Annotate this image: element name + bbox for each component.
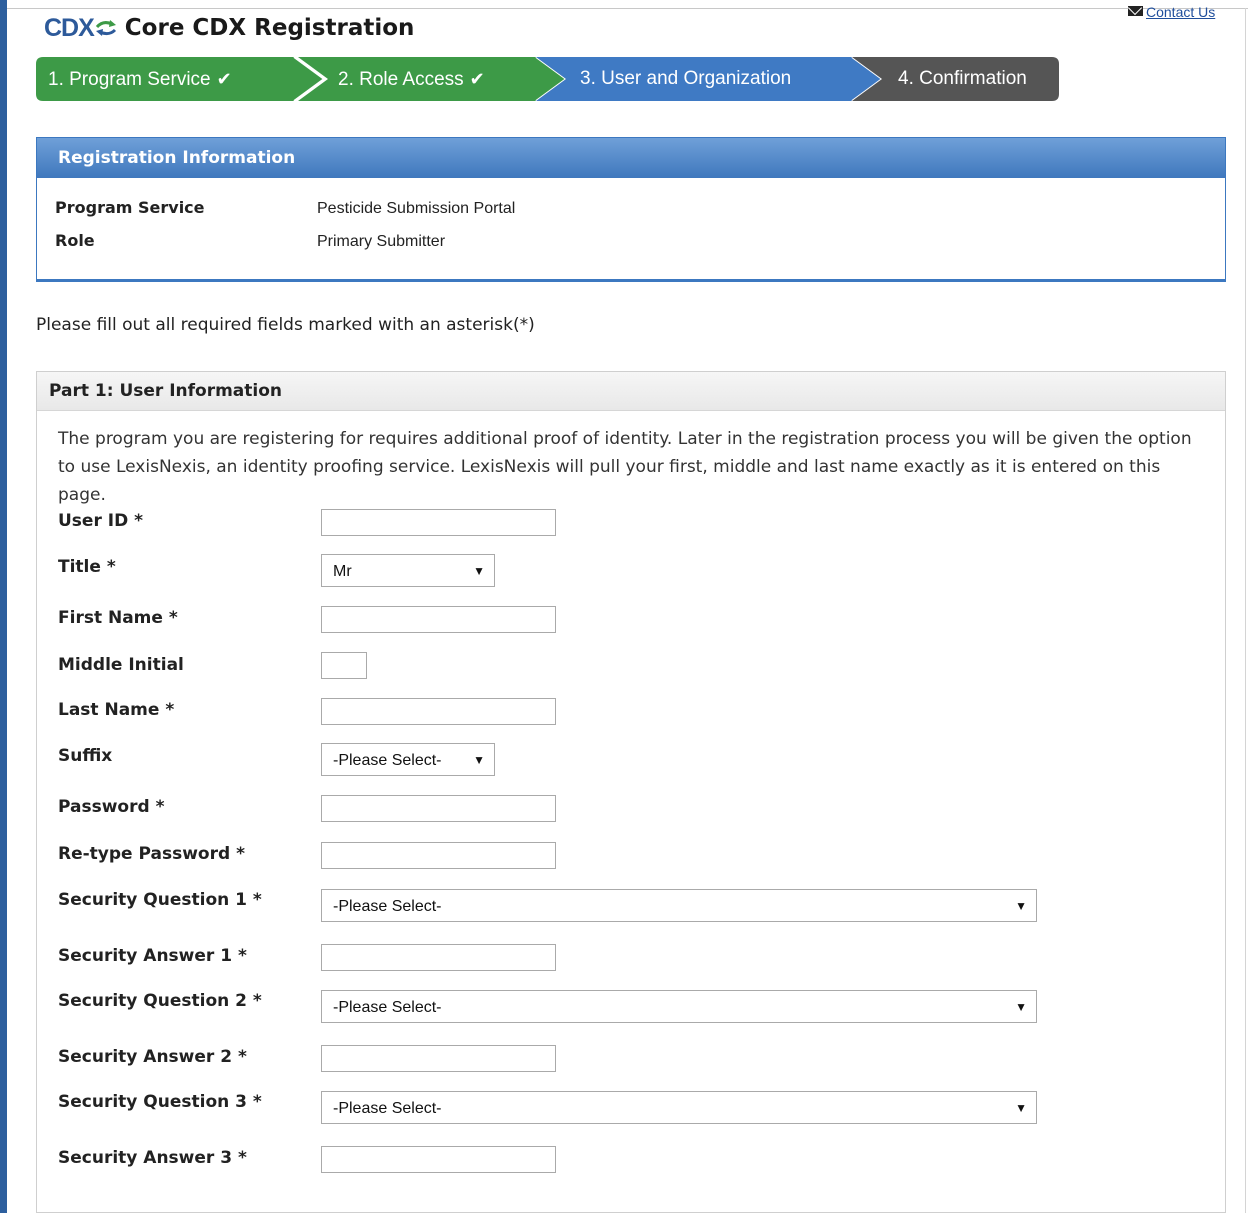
security-answer-1-label: Security Answer 1 * bbox=[58, 946, 247, 966]
suffix-select[interactable]: -Please Select- ▼ bbox=[321, 743, 495, 776]
security-question-2-label: Security Question 2 * bbox=[58, 991, 262, 1011]
chevron-down-icon: ▼ bbox=[473, 564, 485, 578]
right-divider bbox=[1245, 8, 1246, 1213]
contact-us-label[interactable]: Contact Us bbox=[1146, 4, 1215, 20]
required-fields-note: Please fill out all required fields mark… bbox=[36, 315, 535, 335]
logo-text: CDX bbox=[44, 13, 95, 42]
page-title: Core CDX Registration bbox=[124, 15, 415, 41]
checkmark-icon: ✔ bbox=[469, 69, 485, 89]
first-name-label: First Name * bbox=[58, 608, 178, 628]
user-information-heading: Part 1: User Information bbox=[37, 372, 1225, 411]
program-service-label: Program Service bbox=[55, 198, 205, 217]
first-name-input[interactable] bbox=[321, 606, 556, 633]
last-name-input[interactable] bbox=[321, 698, 556, 725]
user-information-panel: Part 1: User Information The program you… bbox=[36, 371, 1226, 1213]
password-label: Password * bbox=[58, 797, 165, 817]
security-question-2-value: -Please Select- bbox=[333, 999, 442, 1016]
security-question-3-label: Security Question 3 * bbox=[58, 1092, 262, 1112]
security-question-2-select[interactable]: -Please Select- ▼ bbox=[321, 990, 1037, 1023]
chevron-down-icon: ▼ bbox=[1015, 1101, 1027, 1115]
registration-info-heading: Registration Information bbox=[37, 138, 1225, 178]
user-id-input[interactable] bbox=[321, 509, 556, 536]
security-answer-2-input[interactable] bbox=[321, 1045, 556, 1072]
security-question-3-select[interactable]: -Please Select- ▼ bbox=[321, 1091, 1037, 1124]
program-service-row: Program Service Pesticide Submission Port… bbox=[55, 198, 515, 218]
chevron-down-icon: ▼ bbox=[473, 753, 485, 767]
password-input[interactable] bbox=[321, 795, 556, 822]
suffix-select-value: -Please Select- bbox=[333, 752, 442, 769]
security-question-1-label: Security Question 1 * bbox=[58, 890, 262, 910]
chevron-down-icon: ▼ bbox=[1015, 1000, 1027, 1014]
envelope-icon bbox=[1128, 6, 1143, 16]
step-label: 3. User and Organization bbox=[580, 68, 792, 89]
user-id-label: User ID * bbox=[58, 511, 143, 531]
registration-info-panel: Registration Information Program Service… bbox=[36, 137, 1226, 282]
checkmark-icon: ✔ bbox=[216, 69, 232, 89]
contact-us-link[interactable]: Contact Us bbox=[1128, 4, 1215, 21]
title-select[interactable]: Mr ▼ bbox=[321, 554, 495, 587]
middle-initial-label: Middle Initial bbox=[58, 655, 184, 675]
role-label: Role bbox=[55, 231, 95, 250]
identity-proofing-intro: The program you are registering for requ… bbox=[58, 429, 1192, 505]
suffix-label: Suffix bbox=[58, 746, 113, 766]
title-select-value: Mr bbox=[333, 563, 352, 580]
role-row: Role Primary Submitter bbox=[55, 231, 445, 251]
security-question-1-value: -Please Select- bbox=[333, 898, 442, 915]
last-name-label: Last Name * bbox=[58, 700, 175, 720]
chevron-down-icon: ▼ bbox=[1015, 899, 1027, 913]
progress-steps: 1. Program Service ✔ 2. Role Access ✔ 3. U… bbox=[36, 57, 1066, 101]
role-value: Primary Submitter bbox=[317, 233, 446, 250]
cdx-logo: CDX Core CDX Registration bbox=[44, 12, 414, 44]
step-label: 2. Role Access bbox=[338, 69, 464, 90]
step-label: 1. Program Service bbox=[48, 69, 211, 90]
security-answer-2-label: Security Answer 2 * bbox=[58, 1047, 247, 1067]
security-question-3-value: -Please Select- bbox=[333, 1100, 442, 1117]
security-answer-3-label: Security Answer 3 * bbox=[58, 1148, 247, 1168]
retype-password-label: Re-type Password * bbox=[58, 844, 245, 864]
step-label: 4. Confirmation bbox=[898, 68, 1027, 89]
security-question-1-select[interactable]: -Please Select- ▼ bbox=[321, 889, 1037, 922]
program-service-value: Pesticide Submission Portal bbox=[317, 200, 516, 217]
security-answer-1-input[interactable] bbox=[321, 944, 556, 971]
title-label: Title * bbox=[58, 557, 116, 577]
recycle-arrows-icon bbox=[95, 20, 116, 36]
retype-password-input[interactable] bbox=[321, 842, 556, 869]
middle-initial-input[interactable] bbox=[321, 652, 367, 679]
top-divider bbox=[7, 8, 1248, 9]
left-accent-bar bbox=[0, 0, 7, 1213]
security-answer-3-input[interactable] bbox=[321, 1146, 556, 1173]
